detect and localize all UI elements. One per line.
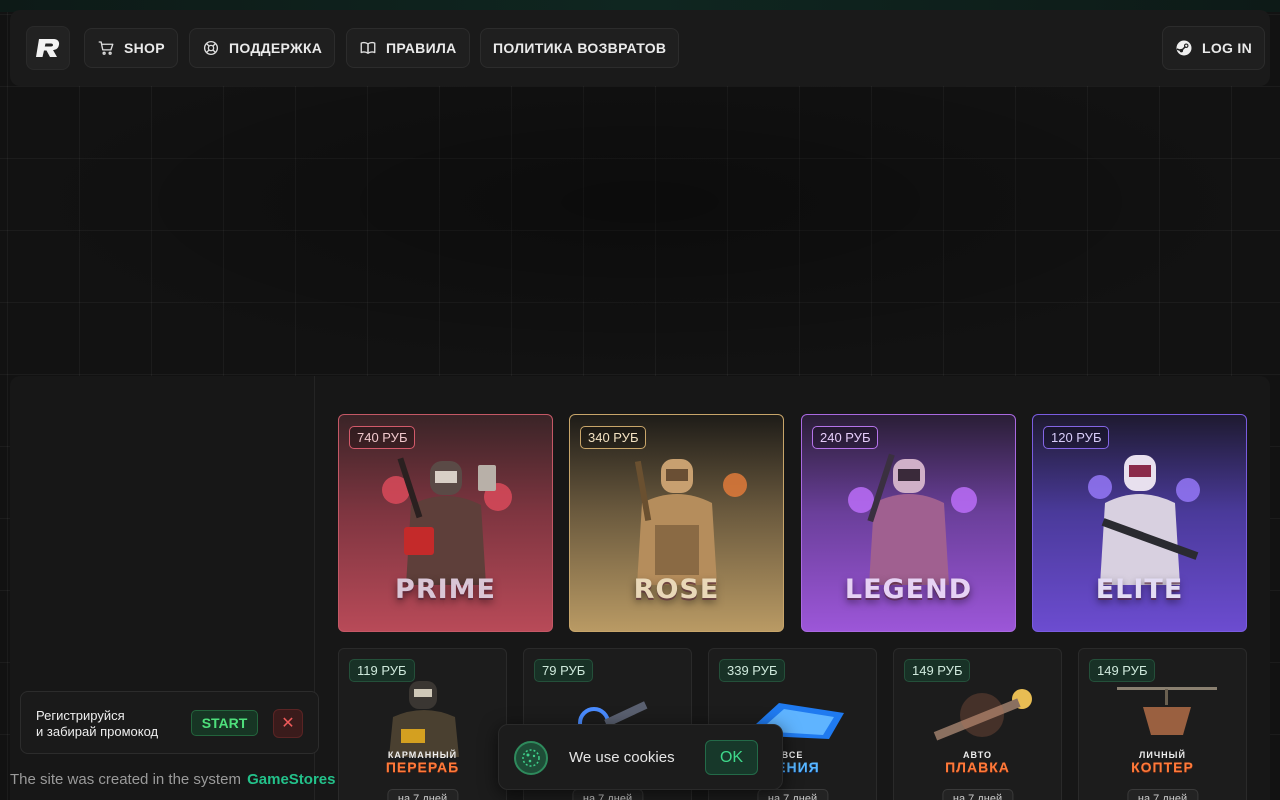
product-card-personal-copter[interactable]: 149 РУБ ЛИЧНЫЙ КОПТЕР на 7 дней (1078, 648, 1247, 800)
product-title-line2: ПЕРЕРАБ (385, 759, 460, 775)
privilege-title: ELITE (1095, 574, 1184, 605)
footer-text: The site was created in the system (10, 771, 241, 788)
hero-banner (0, 86, 1280, 376)
product-title-line2: ПЛАВКА (945, 759, 1010, 775)
privilege-card-legend[interactable]: 240 РУБ LEGEND (801, 414, 1016, 632)
nav-rules-button[interactable]: ПРАВИЛА (346, 28, 470, 68)
character-image (597, 445, 757, 590)
logo-r-icon (36, 39, 60, 57)
login-label: LOG IN (1202, 40, 1253, 56)
nav-shop-label: SHOP (124, 40, 165, 56)
site-logo[interactable] (26, 26, 70, 70)
product-card-pocket-recycler[interactable]: 119 РУБ КАРМАННЫЙ ПЕРЕРАБ на 7 дней (338, 648, 507, 800)
privilege-card-elite[interactable]: 120 РУБ ELITE (1032, 414, 1247, 632)
steam-icon (1176, 40, 1192, 56)
lifebuoy-icon (203, 40, 219, 56)
book-icon (360, 41, 376, 54)
duration-badge: на 7 дней (1126, 789, 1199, 800)
character-image (1060, 445, 1220, 590)
price-badge: 149 РУБ (1089, 659, 1156, 682)
footer-credit: The site was created in the system GameS… (10, 771, 335, 788)
privilege-card-prime[interactable]: 740 РУБ PRIME (338, 414, 553, 632)
privilege-title: ROSE (633, 574, 720, 605)
privilege-title: PRIME (395, 574, 496, 605)
duration-badge: на 7 дней (941, 789, 1014, 800)
product-title: ЛИЧНЫЙ КОПТЕР (1079, 749, 1246, 775)
cookie-icon (514, 741, 548, 775)
price-badge: 339 РУБ (719, 659, 786, 682)
site-header: SHOP ПОДДЕРЖКА ПРАВИЛА ПОЛИТИКА ВОЗВРАТО… (10, 10, 1270, 86)
cart-icon (98, 41, 114, 55)
nav-support-button[interactable]: ПОДДЕРЖКА (189, 28, 336, 68)
price-badge: 79 РУБ (534, 659, 594, 682)
price-badge: 149 РУБ (904, 659, 971, 682)
promo-start-button[interactable]: START (191, 710, 258, 736)
duration-badge: на 7 дней (756, 789, 829, 800)
promo-close-button[interactable]: ✕ (273, 709, 303, 738)
product-title: АВТО ПЛАВКА (894, 749, 1061, 775)
nav-rules-label: ПРАВИЛА (386, 40, 457, 56)
duration-badge: на 7 дней (571, 789, 644, 800)
promo-text: Регистрируйся и забирай промокод (36, 708, 158, 740)
nav-refund-policy-label: ПОЛИТИКА ВОЗВРАТОВ (493, 40, 667, 56)
nav-refund-policy-button[interactable]: ПОЛИТИКА ВОЗВРАТОВ (480, 28, 680, 68)
cookie-text: We use cookies (569, 749, 675, 766)
nav-shop-button[interactable]: SHOP (84, 28, 178, 68)
login-button[interactable]: LOG IN (1162, 26, 1266, 70)
promo-line2: и забирай промокод (36, 724, 159, 739)
price-badge: 119 РУБ (349, 659, 415, 682)
privilege-title: LEGEND (844, 574, 973, 605)
character-image (829, 445, 989, 590)
product-card-auto-smelt[interactable]: 149 РУБ АВТО ПЛАВКА на 7 дней (893, 648, 1062, 800)
promo-popup: Регистрируйся и забирай промокод START ✕ (20, 691, 319, 754)
cookie-banner: We use cookies OK (498, 724, 783, 790)
character-image (366, 445, 526, 590)
price-badge: 740 РУБ (349, 426, 416, 449)
price-badge: 240 РУБ (812, 426, 879, 449)
product-title-line2: КОПТЕР (1131, 759, 1194, 775)
cookie-ok-button[interactable]: OK (705, 740, 758, 775)
promo-line1: Регистрируйся (36, 708, 125, 723)
product-image (933, 689, 1032, 741)
nav-support-label: ПОДДЕРЖКА (229, 40, 323, 56)
price-badge: 340 РУБ (580, 426, 647, 449)
duration-badge: на 7 дней (386, 789, 459, 800)
product-image (1117, 687, 1217, 735)
price-badge: 120 РУБ (1043, 426, 1110, 449)
product-title: КАРМАННЫЙ ПЕРЕРАБ (339, 749, 506, 775)
product-image (389, 681, 459, 757)
footer-brand-link[interactable]: GameStores (247, 771, 335, 788)
privilege-card-rose[interactable]: 340 РУБ ROSE (569, 414, 784, 632)
